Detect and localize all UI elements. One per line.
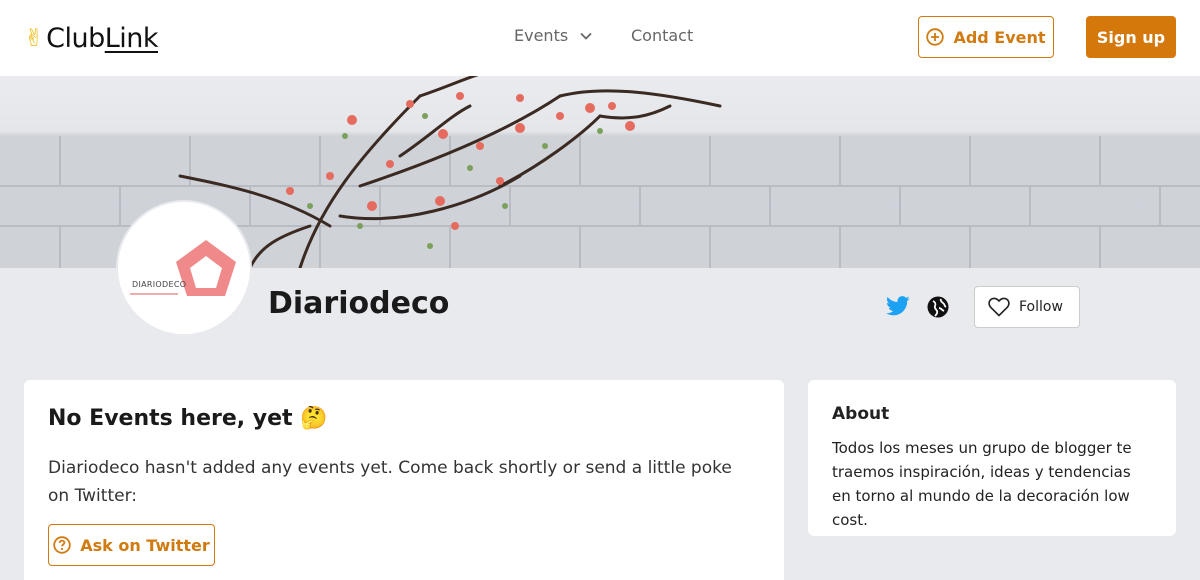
nav-contact-link[interactable]: Contact <box>631 26 693 45</box>
events-card: No Events here, yet 🤔 Diariodeco hasn't … <box>24 380 784 580</box>
logo-text-link: Link <box>104 22 159 54</box>
ask-on-twitter-button[interactable]: Ask on Twitter <box>48 524 215 566</box>
about-title: About <box>832 404 890 424</box>
events-empty-message: Diariodeco hasn't added any events yet. … <box>48 458 732 506</box>
plus-circle-icon <box>926 28 945 46</box>
add-event-label: Add Event <box>953 27 1046 47</box>
about-description: Todos los meses un grupo de blogger te t… <box>832 439 1132 529</box>
chevron-down-icon <box>580 32 592 40</box>
nav-events-dropdown[interactable]: Events <box>514 26 592 45</box>
signup-button[interactable]: Sign up <box>1086 16 1176 58</box>
events-empty-title: No Events here, yet 🤔 <box>48 406 328 431</box>
follow-label: Follow <box>1019 299 1063 315</box>
heart-icon <box>988 297 1010 317</box>
add-event-button[interactable]: Add Event <box>918 16 1054 58</box>
pentagon-logo-icon <box>118 240 250 334</box>
website-globe-icon[interactable] <box>927 296 949 322</box>
avatar-brand-text: DIARIODECO <box>132 280 187 289</box>
follow-button[interactable]: Follow <box>974 286 1080 328</box>
nav-events-label: Events <box>514 26 569 45</box>
clublink-logo[interactable]: ✌ Club Link <box>24 20 159 56</box>
site-header: ✌ Club Link Events Contact Add Event Sig… <box>0 0 1200 76</box>
ask-on-twitter-label: Ask on Twitter <box>80 535 210 555</box>
logo-text-club: Club <box>46 22 105 54</box>
profile-avatar: DIARIODECO <box>116 200 252 336</box>
about-card: About Todos los meses un grupo de blogge… <box>808 380 1176 536</box>
profile-name: Diariodeco <box>268 286 450 321</box>
victory-hand-icon: ✌ <box>24 24 45 52</box>
twitter-icon[interactable] <box>886 296 910 320</box>
question-circle-icon <box>53 536 71 554</box>
